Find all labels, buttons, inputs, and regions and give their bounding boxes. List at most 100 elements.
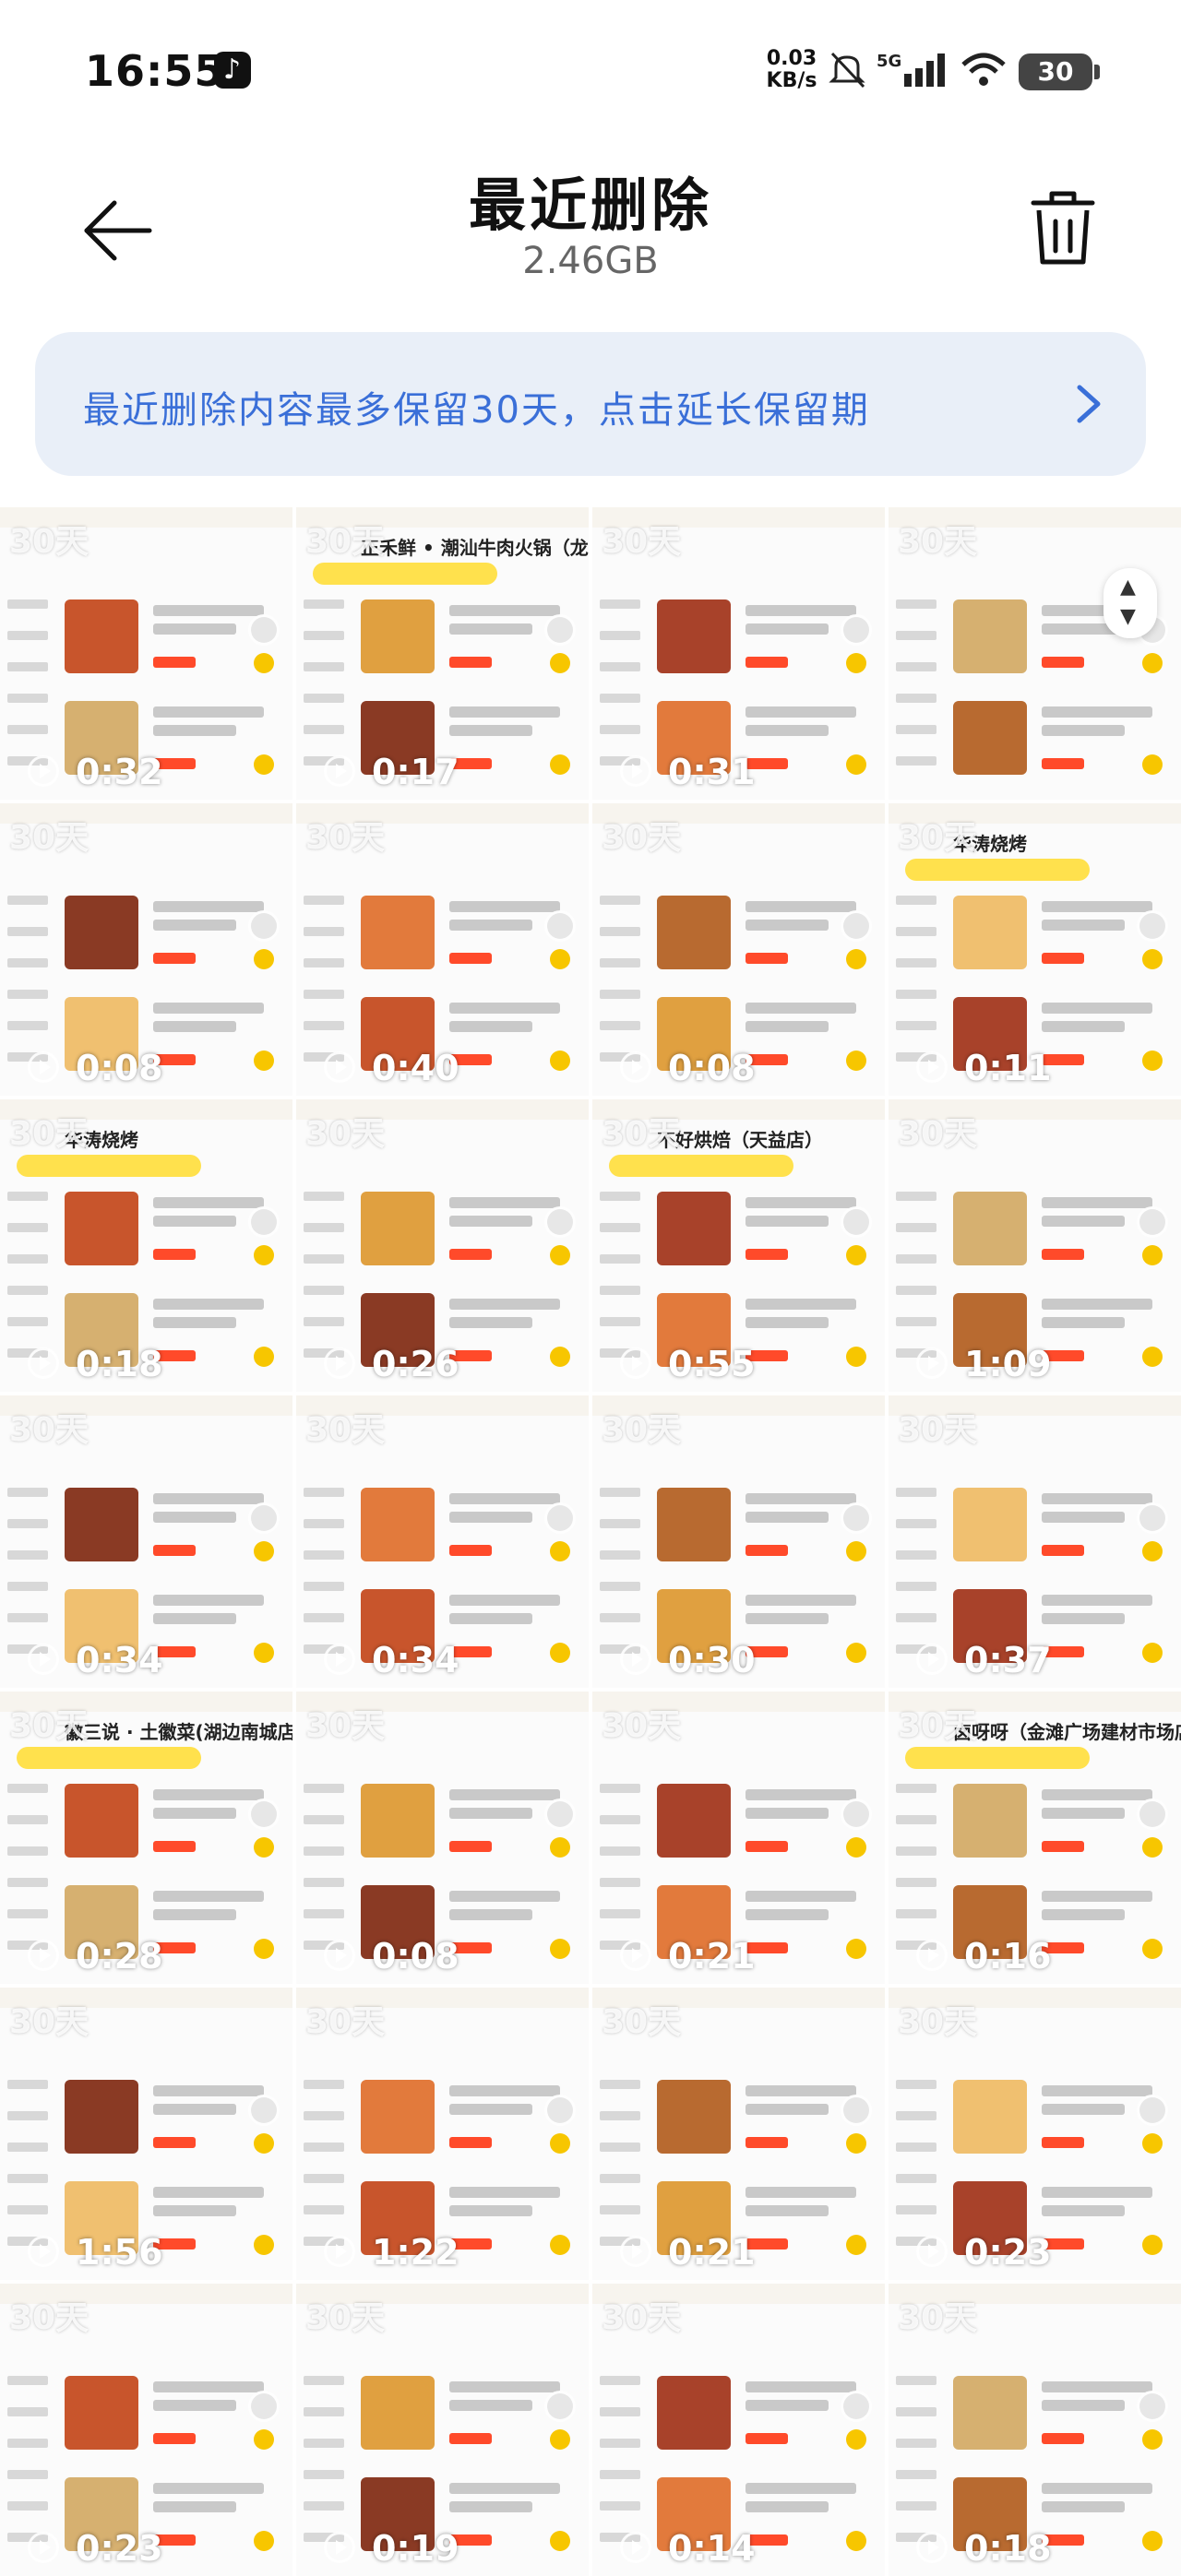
media-thumbnail[interactable]: 30天 0:37 bbox=[889, 1395, 1181, 1688]
thumbnail-price bbox=[1042, 1545, 1084, 1556]
select-circle-icon[interactable] bbox=[841, 614, 872, 646]
thumbnail-text-line bbox=[449, 901, 560, 912]
thumbnail-text-line bbox=[153, 1789, 264, 1800]
select-circle-icon[interactable] bbox=[1137, 1206, 1168, 1238]
storage-size: 2.46GB bbox=[522, 240, 659, 282]
select-circle-icon[interactable] bbox=[1137, 1798, 1168, 1830]
media-thumbnail[interactable]: 30天 0:21 bbox=[592, 1988, 885, 2280]
thumbnail-add-button bbox=[550, 1643, 570, 1663]
media-thumbnail[interactable]: 30天 0:23 bbox=[889, 1988, 1181, 2280]
thumbnail-sidebar-line bbox=[600, 1909, 640, 1918]
thumbnail-text-line bbox=[449, 1613, 532, 1624]
media-thumbnail[interactable]: 30天 1:56 bbox=[0, 1988, 292, 2280]
select-circle-icon[interactable] bbox=[1137, 910, 1168, 942]
thumbnail-sidebar-line bbox=[304, 694, 344, 703]
media-thumbnail[interactable]: 30天 0:31 bbox=[592, 507, 885, 800]
media-thumbnail[interactable]: 30天 1:22 bbox=[296, 1988, 589, 2280]
select-circle-icon[interactable] bbox=[544, 1502, 576, 1534]
video-play-icon bbox=[324, 2236, 355, 2267]
thumbnail-sidebar-line bbox=[7, 1909, 48, 1918]
media-thumbnail[interactable]: 卤呀呀（金滩广场建材市场店）30天 0:16 bbox=[889, 1692, 1181, 1984]
media-thumbnail[interactable]: 30天 0:34 bbox=[0, 1395, 292, 1688]
thumbnail-sidebar-line bbox=[600, 599, 640, 609]
media-thumbnail[interactable]: 30天 0:08 bbox=[592, 803, 885, 1096]
thumbnail-sidebar-line bbox=[600, 1613, 640, 1622]
select-circle-icon[interactable] bbox=[248, 1206, 280, 1238]
thumbnail-text-line bbox=[746, 2483, 856, 2494]
thumbnail-sidebar-line bbox=[600, 1550, 640, 1560]
media-thumbnail[interactable]: 30天 bbox=[889, 507, 1181, 800]
media-thumbnail[interactable]: 正禾鲜 • 潮汕牛肉火锅（龙湖时代30天 0:17 bbox=[296, 507, 589, 800]
thumbnail-text-line bbox=[153, 1909, 236, 1920]
media-thumbnail[interactable]: 30天 0:34 bbox=[296, 1395, 589, 1688]
thumbnail-text-line bbox=[746, 1197, 856, 1208]
select-circle-icon[interactable] bbox=[1137, 2391, 1168, 2422]
media-thumbnail[interactable]: 30天 0:23 bbox=[0, 2284, 292, 2576]
select-circle-icon[interactable] bbox=[544, 1206, 576, 1238]
days-remaining-badge: 30天 bbox=[602, 1411, 682, 1449]
thumbnail-add-button bbox=[550, 2133, 570, 2154]
thumbnail-text-line bbox=[746, 2205, 829, 2216]
fast-scroll-handle[interactable]: ▲ ▼ bbox=[1103, 568, 1157, 638]
media-thumbnail[interactable]: 不好烘焙（天益店） 30天 0:55 bbox=[592, 1099, 885, 1392]
thumbnail-add-button bbox=[254, 2531, 274, 2551]
select-circle-icon[interactable] bbox=[248, 1502, 280, 1534]
media-thumbnail[interactable]: 30天 0:14 bbox=[592, 2284, 885, 2576]
thumbnail-sidebar-line bbox=[7, 694, 48, 703]
media-thumbnail[interactable]: 华涛烧烤 30天 0:18 bbox=[0, 1099, 292, 1392]
thumbnail-price bbox=[1042, 1841, 1084, 1852]
thumbnail-text-line bbox=[153, 2085, 264, 2096]
select-circle-icon[interactable] bbox=[544, 2391, 576, 2422]
thumbnail-sidebar-line bbox=[304, 2205, 344, 2214]
media-thumbnail[interactable]: 30天 0:26 bbox=[296, 1099, 589, 1392]
media-thumbnail[interactable]: 30天 0:30 bbox=[592, 1395, 885, 1688]
media-thumbnail[interactable]: 徽三说 · 土徽菜(湖边南城店) 30天 0:28 bbox=[0, 1692, 292, 1984]
media-thumbnail[interactable]: 30天 0:18 bbox=[889, 2284, 1181, 2576]
thumbnail-sidebar-line bbox=[7, 1519, 48, 1528]
media-thumbnail[interactable]: 30天 0:21 bbox=[592, 1692, 885, 1984]
thumbnail-sidebar-line bbox=[7, 2080, 48, 2089]
select-circle-icon[interactable] bbox=[248, 614, 280, 646]
retention-notice-banner[interactable]: 最近删除内容最多保留30天，点击延长保留期 bbox=[35, 332, 1146, 476]
thumbnail-text-line bbox=[153, 1493, 264, 1504]
select-circle-icon[interactable] bbox=[248, 1798, 280, 1830]
select-circle-icon[interactable] bbox=[1137, 2095, 1168, 2126]
select-circle-icon[interactable] bbox=[544, 1798, 576, 1830]
thumbnail-text-line bbox=[449, 1197, 560, 1208]
media-thumbnail[interactable]: 30天 0:32 bbox=[0, 507, 292, 800]
media-thumbnail[interactable]: 30天 1:09 bbox=[889, 1099, 1181, 1392]
thumbnail-text-line bbox=[1042, 1021, 1125, 1032]
select-circle-icon[interactable] bbox=[248, 2095, 280, 2126]
select-circle-icon[interactable] bbox=[248, 910, 280, 942]
media-thumbnail[interactable]: 华涛烧烤 30天 0:11 bbox=[889, 803, 1181, 1096]
media-thumbnail[interactable]: 30天 0:40 bbox=[296, 803, 589, 1096]
video-duration: 1:56 bbox=[76, 2232, 163, 2273]
select-circle-icon[interactable] bbox=[544, 614, 576, 646]
select-circle-icon[interactable] bbox=[544, 910, 576, 942]
select-circle-icon[interactable] bbox=[248, 2391, 280, 2422]
thumbnail-text-line bbox=[746, 2400, 829, 2411]
thumbnail-add-button bbox=[550, 1837, 570, 1858]
video-duration: 0:17 bbox=[372, 752, 459, 792]
thumbnail-text-line bbox=[1042, 2104, 1125, 2115]
thumbnail-text-line bbox=[1042, 1909, 1125, 1920]
media-thumbnail[interactable]: 30天 0:08 bbox=[0, 803, 292, 1096]
thumbnail-food-image bbox=[65, 896, 138, 969]
media-thumbnail[interactable]: 30天 0:08 bbox=[296, 1692, 589, 1984]
select-circle-icon[interactable] bbox=[841, 1206, 872, 1238]
select-circle-icon[interactable] bbox=[841, 1798, 872, 1830]
trash-icon[interactable] bbox=[1026, 186, 1100, 269]
media-thumbnail[interactable]: 30天 0:19 bbox=[296, 2284, 589, 2576]
video-play-icon bbox=[916, 1940, 948, 1971]
thumbnail-price bbox=[153, 1841, 196, 1852]
thumbnail-price bbox=[1042, 1249, 1084, 1260]
select-circle-icon[interactable] bbox=[841, 2095, 872, 2126]
select-circle-icon[interactable] bbox=[841, 910, 872, 942]
thumbnail-price bbox=[153, 1545, 196, 1556]
select-circle-icon[interactable] bbox=[841, 2391, 872, 2422]
select-circle-icon[interactable] bbox=[544, 2095, 576, 2126]
select-circle-icon[interactable] bbox=[841, 1502, 872, 1534]
select-circle-icon[interactable] bbox=[1137, 1502, 1168, 1534]
thumbnail-sidebar-line bbox=[600, 1223, 640, 1232]
thumbnail-sidebar-line bbox=[7, 2501, 48, 2511]
